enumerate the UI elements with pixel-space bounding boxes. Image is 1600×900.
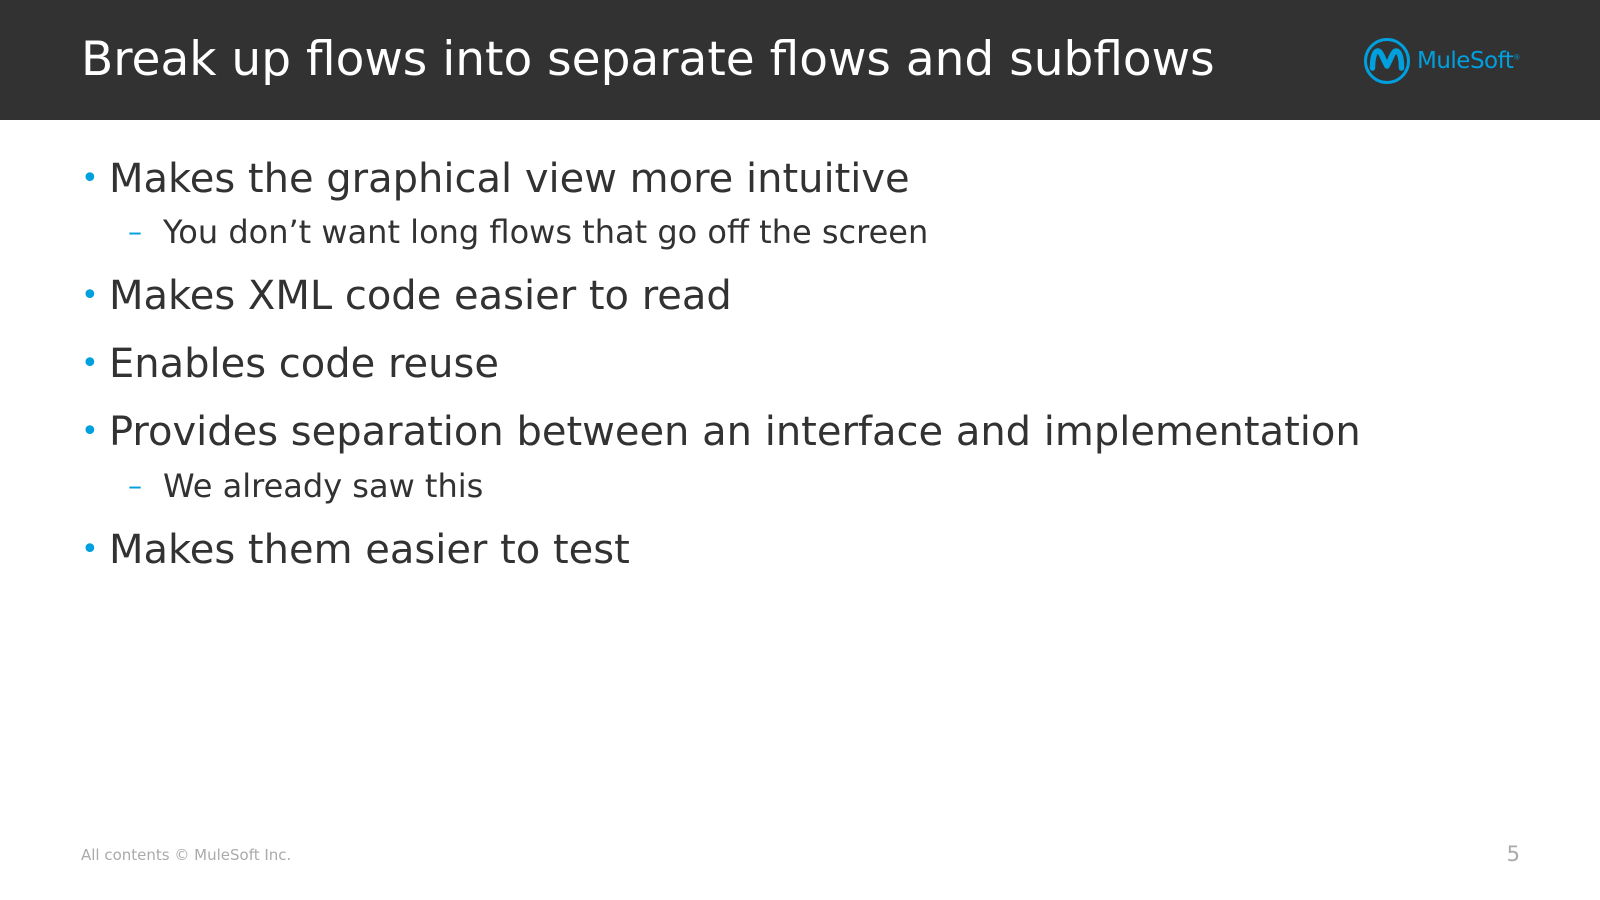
mulesoft-logo-icon [1364,38,1410,84]
sub-bullet-text: We already saw this [163,467,484,505]
sub-bullet-marker: – [128,469,142,502]
mulesoft-logo: MuleSoft® [1363,36,1520,86]
page-number: 5 [1506,842,1520,866]
slide-header: Break up flows into separate flows and s… [0,0,1600,120]
sub-bullet-text: You don’t want long flows that go off th… [163,213,929,251]
bullet-text: Makes them easier to test [109,527,630,573]
bullet-marker: • [81,532,99,567]
bullet-marker: • [81,278,99,313]
logo-wordmark: MuleSoft® [1417,48,1520,74]
logo-wordmark-text: MuleSoft [1417,48,1514,74]
bullet-text: Makes the graphical view more intuitive [109,156,910,202]
bullet-marker: • [81,414,99,449]
logo-trademark: ® [1513,53,1520,62]
bullet-text: Makes XML code easier to read [109,273,732,319]
bullet-text: Enables code reuse [109,341,499,387]
bullet-text: Provides separation between an interface… [109,409,1361,455]
footer-copyright: All contents © MuleSoft Inc. [81,846,292,864]
sub-bullet-marker: – [128,215,142,248]
slide-title: Break up flows into separate flows and s… [81,32,1215,87]
bullet-marker: • [81,161,99,196]
bullet-marker: • [81,346,99,381]
